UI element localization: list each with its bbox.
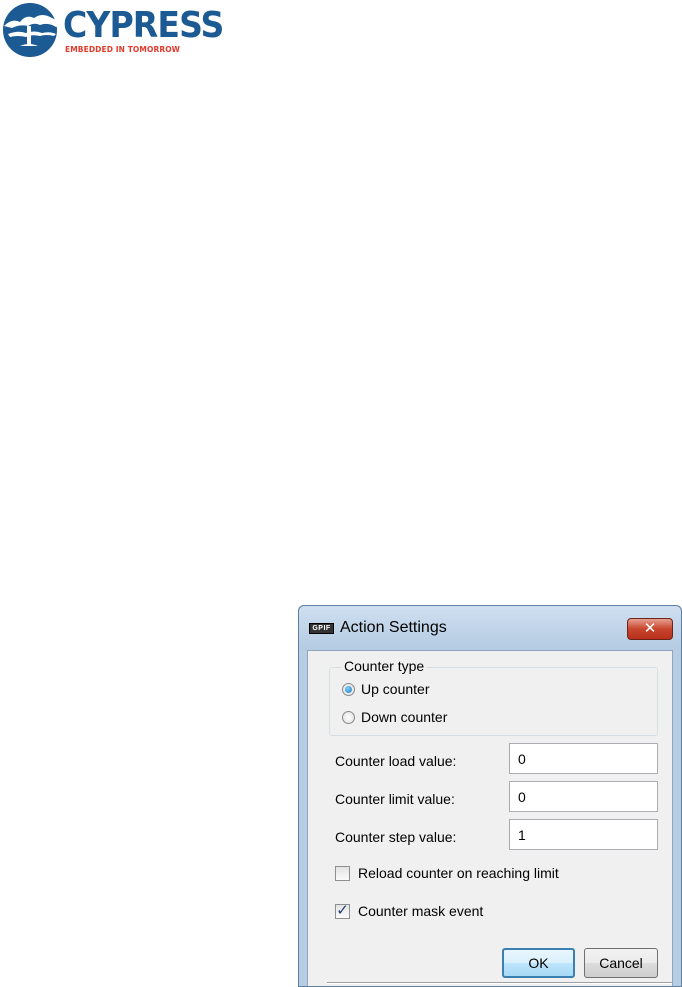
- counter-load-label: Counter load value:: [335, 753, 457, 769]
- close-button[interactable]: ✕: [627, 618, 673, 640]
- reload-counter-label: Reload counter on reaching limit: [358, 865, 559, 881]
- counter-limit-label: Counter limit value:: [335, 791, 455, 807]
- counter-load-input[interactable]: [509, 743, 658, 774]
- counter-mask-event-checkbox[interactable]: ✓ Counter mask event: [335, 903, 483, 919]
- action-settings-dialog: GPIF Action Settings ✕ Counter type Up c…: [298, 605, 682, 987]
- dialog-title: Action Settings: [340, 619, 447, 636]
- down-counter-label: Down counter: [361, 709, 448, 725]
- radio-checked-icon[interactable]: [342, 682, 355, 696]
- cypress-tree-icon: [3, 3, 60, 57]
- counter-type-group-title: Counter type: [342, 658, 427, 674]
- close-icon: ✕: [643, 620, 657, 637]
- down-counter-radio[interactable]: Down counter: [342, 709, 447, 725]
- logo-wordmark: CYPRESS: [63, 5, 224, 46]
- counter-limit-input[interactable]: [509, 781, 658, 812]
- logo-registered-mark: ®: [185, 12, 191, 19]
- up-counter-radio[interactable]: Up counter: [342, 681, 429, 697]
- dialog-client-area: Counter type Up counter Down counter Cou…: [307, 650, 673, 986]
- checkmark-icon[interactable]: ✓: [335, 903, 350, 919]
- counter-step-label: Counter step value:: [335, 829, 457, 845]
- gpif-app-icon-label: GPIF: [312, 625, 331, 632]
- counter-type-group: [329, 667, 658, 736]
- logo-tagline: EMBEDDED IN TOMORROW: [65, 45, 181, 54]
- dialog-titlebar[interactable]: GPIF Action Settings ✕: [299, 606, 681, 650]
- cypress-logo: CYPRESS ® EMBEDDED IN TOMORROW: [0, 0, 224, 60]
- button-separator: [327, 982, 672, 984]
- checkbox-unchecked-icon[interactable]: [335, 865, 350, 881]
- counter-mask-event-label: Counter mask event: [358, 903, 484, 919]
- radio-unchecked-icon[interactable]: [342, 710, 355, 724]
- reload-counter-checkbox[interactable]: Reload counter on reaching limit: [335, 865, 559, 881]
- counter-step-input[interactable]: [509, 819, 658, 850]
- ok-button[interactable]: OK: [502, 948, 575, 978]
- up-counter-label: Up counter: [361, 681, 430, 697]
- gpif-app-icon: GPIF: [309, 623, 334, 634]
- cancel-button[interactable]: Cancel: [584, 948, 658, 978]
